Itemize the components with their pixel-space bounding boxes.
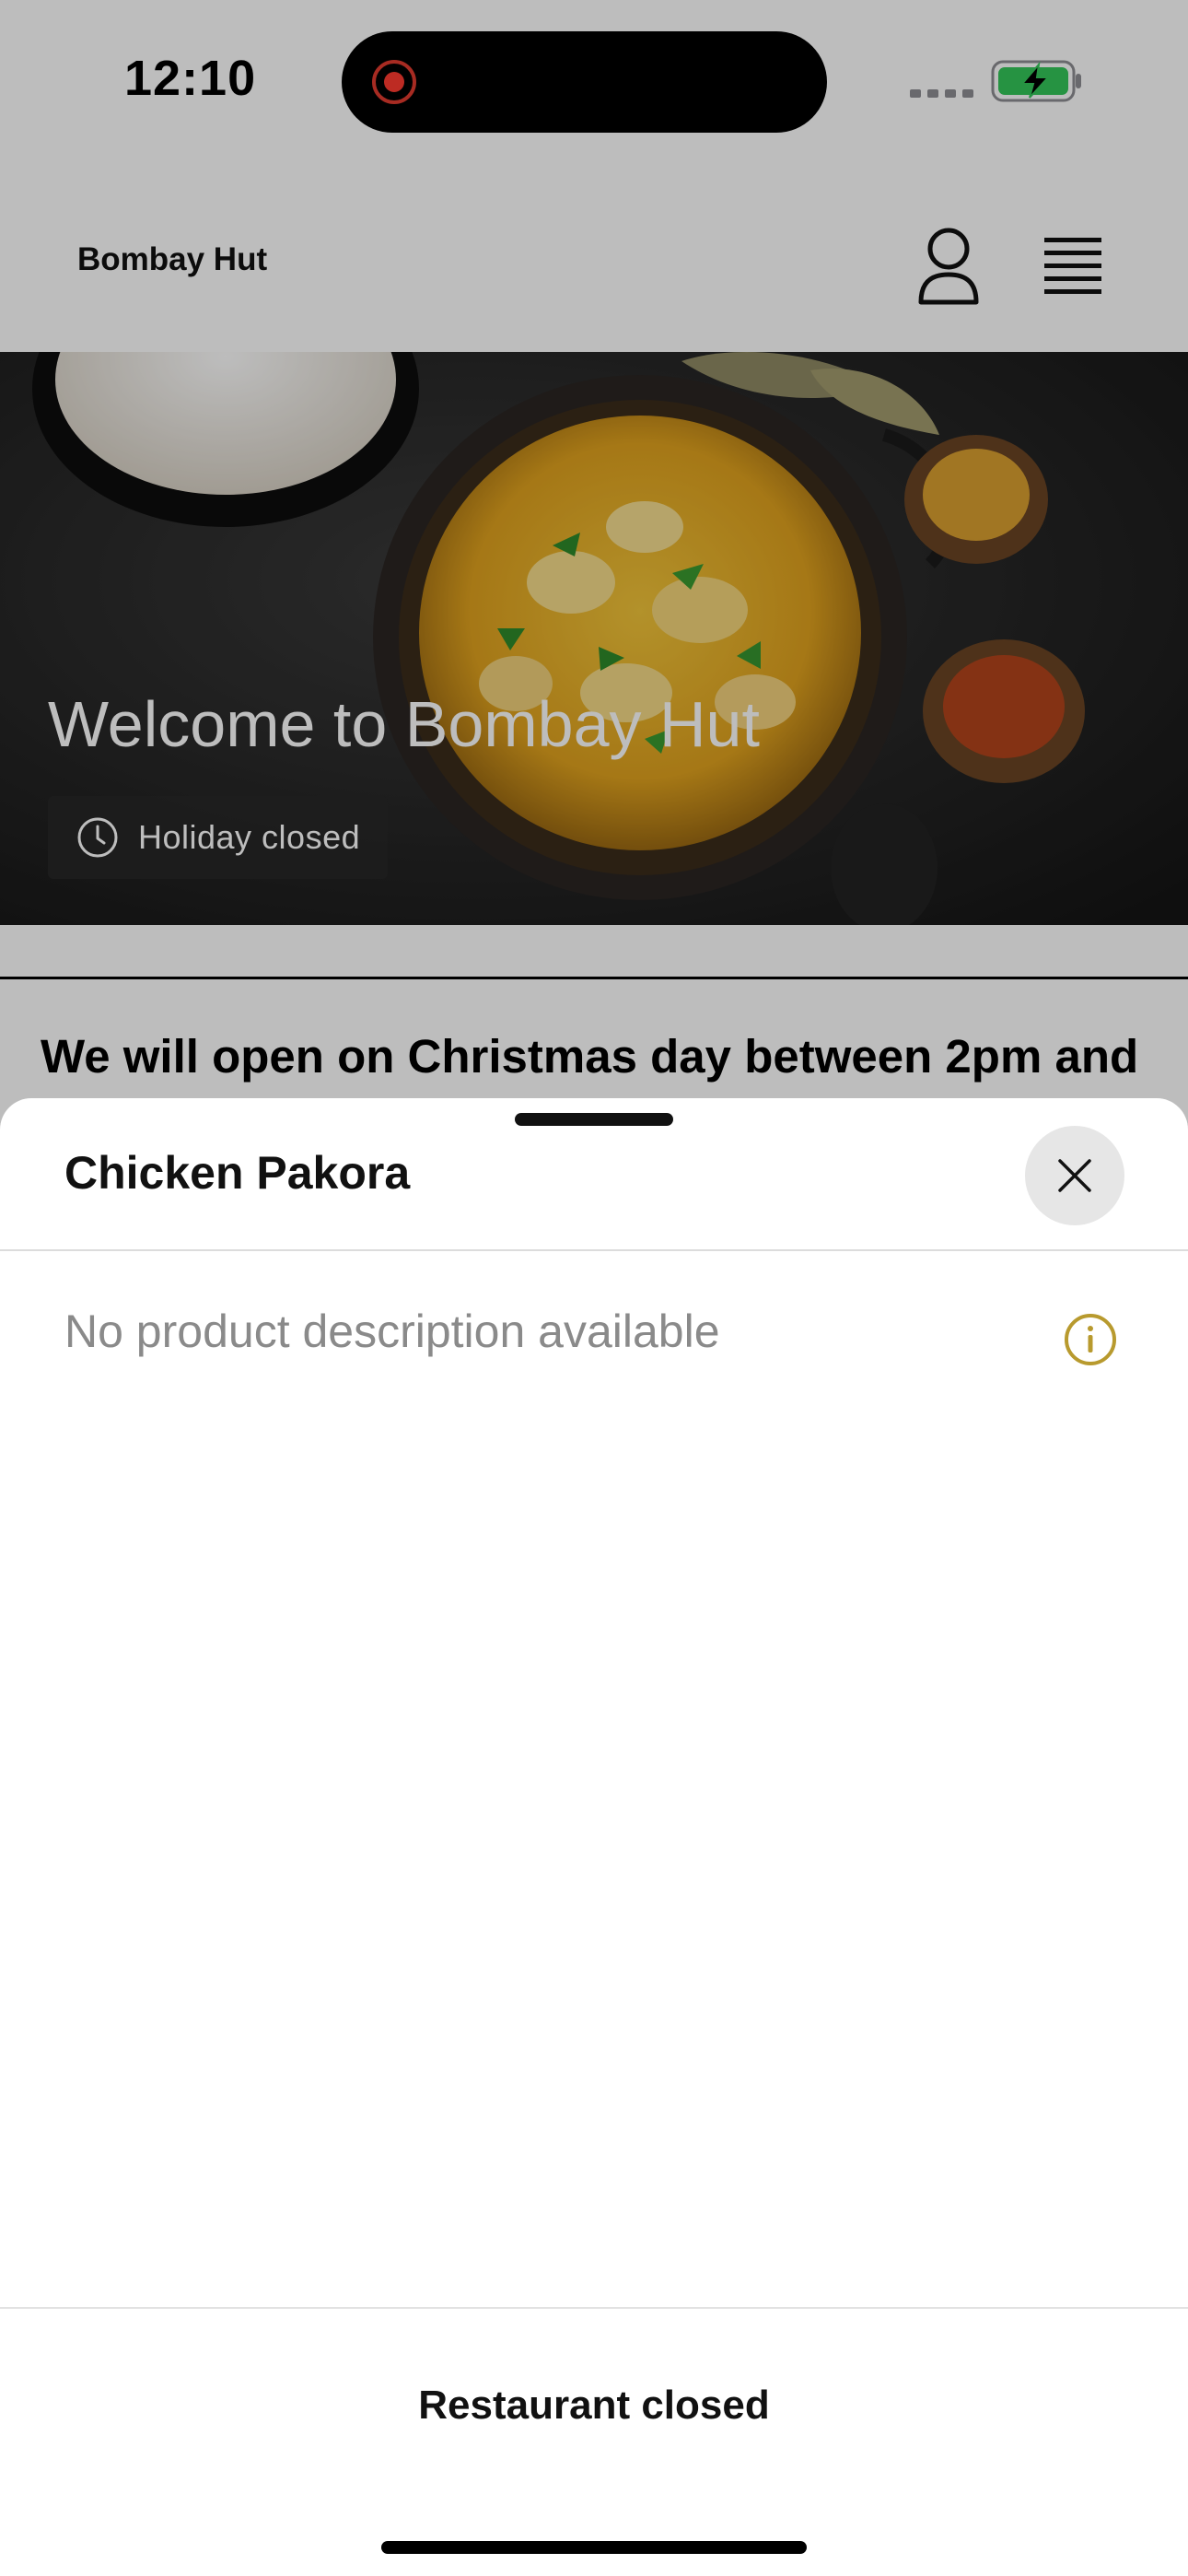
close-button[interactable] — [1025, 1126, 1124, 1225]
sheet-divider — [0, 1249, 1188, 1251]
screen: 12:10 Bombay Hut Welcome to Bombay Hut H… — [0, 0, 1188, 2576]
home-indicator[interactable] — [381, 2541, 807, 2554]
info-circle-icon[interactable] — [1063, 1312, 1118, 1367]
product-bottom-sheet: Chicken Pakora No product description av… — [0, 1098, 1188, 2576]
close-x-icon — [1058, 1159, 1091, 1192]
sheet-grabber[interactable] — [515, 1113, 673, 1126]
footer-divider — [0, 2307, 1188, 2309]
product-title: Chicken Pakora — [64, 1147, 411, 1199]
product-description: No product description available — [64, 1306, 720, 1357]
restaurant-closed-label: Restaurant closed — [418, 2383, 770, 2428]
